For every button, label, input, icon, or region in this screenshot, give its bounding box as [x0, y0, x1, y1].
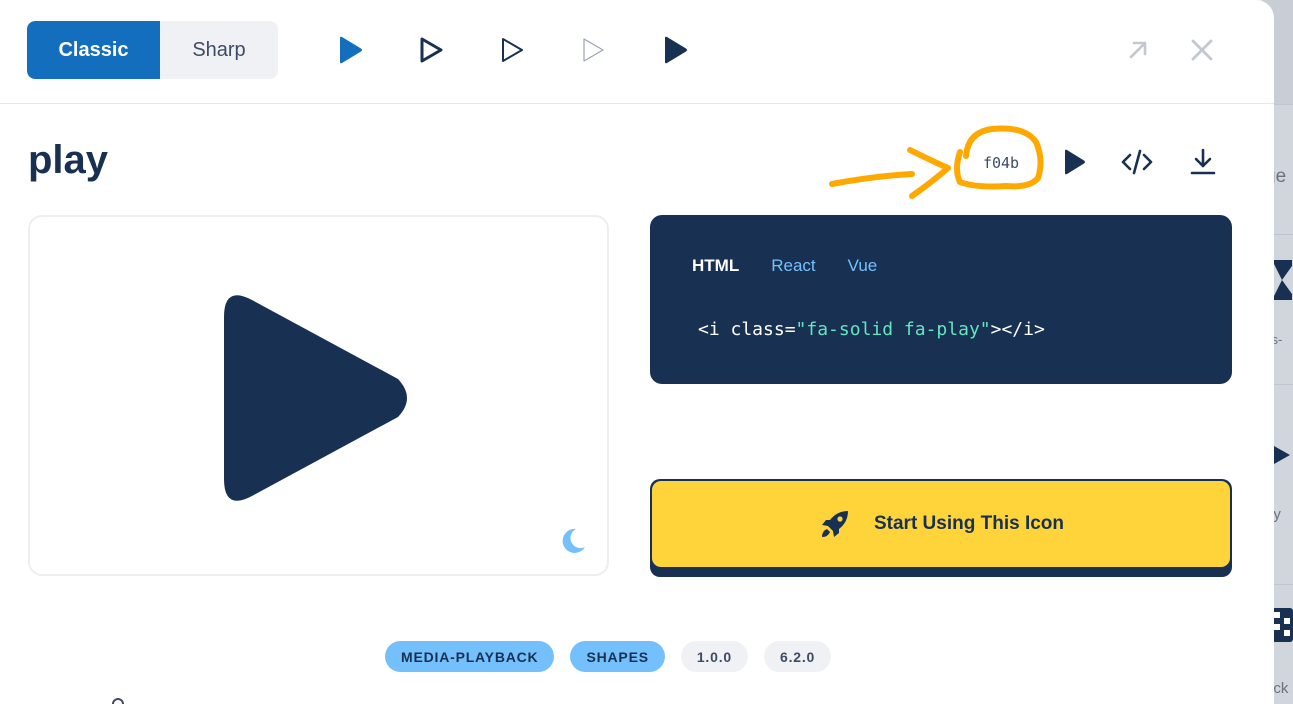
code-snippet[interactable]: <i class="fa-solid fa-play"></i> [698, 319, 1045, 340]
tab-vue[interactable]: Vue [848, 256, 878, 276]
close-icon[interactable] [1188, 36, 1216, 64]
icon-preview-card [28, 215, 609, 576]
code-tabs: HTML React Vue [692, 256, 877, 276]
start-using-label: Start Using This Icon [873, 513, 1065, 534]
category-tag[interactable]: MEDIA-PLAYBACK [385, 641, 555, 672]
play-preview-icon [224, 295, 407, 501]
code-snippet-prefix: <i class= [698, 319, 796, 340]
partial-icon [112, 698, 124, 704]
classic-toggle-button[interactable]: Classic [27, 21, 160, 79]
code-copy-icon[interactable] [1121, 146, 1153, 178]
style-family-toggle: Classic Sharp [27, 21, 278, 79]
version-tag: 6.2.0 [763, 641, 832, 672]
moon-icon[interactable] [558, 526, 588, 556]
open-icon[interactable] [1124, 36, 1152, 64]
tab-html[interactable]: HTML [692, 256, 739, 276]
play-solid-icon[interactable] [335, 35, 365, 65]
unicode-value[interactable]: f04b [968, 148, 1034, 178]
tab-react[interactable]: React [771, 256, 815, 276]
code-snippet-suffix: ></i> [990, 319, 1045, 340]
icon-title: play [28, 138, 109, 182]
rocket-icon [821, 511, 848, 537]
play-regular-icon[interactable] [416, 35, 446, 65]
modal-header: Classic Sharp [0, 0, 1274, 104]
play-thin-icon[interactable] [578, 35, 608, 65]
version-tag: 1.0.0 [680, 641, 748, 672]
category-tag[interactable]: SHAPES [570, 641, 665, 672]
sharp-toggle-button[interactable]: Sharp [160, 21, 278, 79]
icon-tags: MEDIA-PLAYBACK SHAPES 1.0.0 6.2.0 [385, 641, 832, 672]
code-snippet-string: "fa-solid fa-play" [795, 319, 991, 340]
code-snippet-panel: HTML React Vue <i class="fa-solid fa-pla… [650, 215, 1232, 384]
icon-detail-modal: Classic Sharp play f04b HTML React Vue <… [0, 0, 1274, 704]
start-using-button[interactable]: Start Using This Icon [652, 481, 1230, 567]
play-duotone-icon[interactable] [660, 35, 690, 65]
play-light-icon[interactable] [497, 35, 527, 65]
download-icon[interactable] [1187, 146, 1219, 178]
play-glyph-copy-icon[interactable] [1058, 146, 1090, 178]
